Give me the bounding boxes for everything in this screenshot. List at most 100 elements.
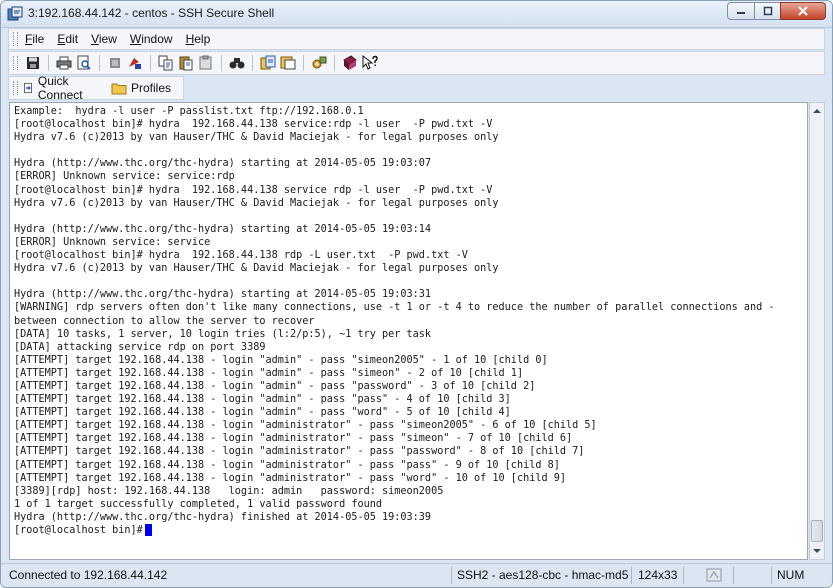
terminal-line: Hydra (http://www.thc.org/thc-hydra) sta…	[14, 158, 432, 170]
toolbar-separator	[221, 55, 222, 71]
settings-button[interactable]	[311, 55, 327, 71]
new-window-button[interactable]	[280, 55, 296, 71]
toolbar-separator	[334, 55, 335, 71]
ssh-client-window: 3:192.168.44.142 - centos - SSH Secure S…	[0, 0, 833, 588]
terminal-line: [ATTEMPT] target 192.168.44.138 - login …	[14, 394, 511, 406]
toolbar-separator	[99, 55, 100, 71]
terminal-line: [ATTEMPT] target 192.168.44.138 - login …	[14, 472, 567, 484]
scroll-down-button[interactable]	[810, 543, 824, 559]
arrow-down-icon	[813, 549, 821, 553]
terminal-line: Hydra v7.6 (c)2013 by van Hauser/THC & D…	[14, 197, 499, 209]
terminal-output: Example: hydra -l user -P passlist.txt f…	[14, 105, 805, 537]
menu-bar: File Edit View Window Help	[8, 28, 825, 50]
status-divider	[771, 567, 772, 584]
paste-alt-button[interactable]	[198, 55, 214, 71]
status-num-lock: NUM	[777, 568, 805, 582]
menu-bar-grip[interactable]	[13, 32, 18, 46]
arrow-up-icon	[813, 109, 821, 113]
terminal-line: Example: hydra -l user -P passlist.txt f…	[14, 106, 364, 117]
find-icon	[229, 58, 245, 69]
quick-connect-button[interactable]: Quick Connect	[23, 74, 99, 102]
status-divider	[451, 567, 452, 584]
ssh-app-icon	[7, 6, 23, 21]
menu-window[interactable]: Window	[130, 31, 173, 47]
file-transfer-icon	[260, 55, 276, 70]
minimize-icon	[737, 12, 745, 14]
print-button[interactable]	[56, 55, 72, 71]
new-window-icon	[280, 56, 296, 70]
minimize-button[interactable]	[727, 2, 754, 20]
terminal-line: 1 of 1 target successfully completed, 1 …	[14, 498, 383, 510]
terminal-cursor	[144, 524, 152, 536]
terminal-line: [ATTEMPT] target 192.168.44.138 - login …	[14, 367, 524, 379]
terminal-line: [ATTEMPT] target 192.168.44.138 - login …	[14, 380, 536, 392]
status-terminal-size: 124x33	[638, 568, 678, 582]
status-cipher: SSH2 - aes128-cbc - hmac-md5	[457, 568, 629, 582]
toolbar-separator	[303, 55, 304, 71]
quickbar-grip[interactable]	[13, 81, 18, 95]
scroll-up-button[interactable]	[810, 103, 824, 119]
terminal-area[interactable]: Example: hydra -l user -P passlist.txt f…	[9, 102, 808, 560]
main-toolbar	[8, 51, 825, 75]
menu-view[interactable]: View	[91, 31, 117, 47]
status-divider	[683, 567, 684, 584]
window-title: 3:192.168.44.142 - centos - SSH Secure S…	[28, 6, 275, 20]
title-bar[interactable]: 3:192.168.44.142 - centos - SSH Secure S…	[1, 1, 832, 28]
terminal-line: [ATTEMPT] target 192.168.44.138 - login …	[14, 459, 560, 471]
status-connection: Connected to 192.168.44.142	[9, 568, 168, 582]
status-divider	[631, 567, 632, 584]
save-button[interactable]	[25, 55, 41, 71]
terminal-line: [ERROR] Unknown service: service	[14, 236, 211, 248]
settings-icon	[312, 56, 327, 69]
menu-edit[interactable]: Edit	[57, 31, 78, 47]
connect-button[interactable]	[127, 55, 143, 71]
quick-connect-label: Quick Connect	[37, 74, 83, 102]
terminal-line: [DATA] attacking service rdp on port 338…	[14, 341, 266, 353]
disconnect-icon	[110, 58, 120, 68]
print-preview-icon	[77, 55, 91, 70]
disconnect-button[interactable]	[107, 55, 123, 71]
menu-help[interactable]: Help	[186, 31, 211, 47]
terminal-line: Hydra (http://www.thc.org/thc-hydra) fin…	[14, 511, 432, 523]
terminal-line: [ATTEMPT] target 192.168.44.138 - login …	[14, 420, 597, 432]
maximize-button[interactable]	[754, 2, 780, 20]
status-divider	[733, 567, 734, 584]
window-controls	[727, 2, 826, 22]
close-button[interactable]	[780, 2, 826, 20]
terminal-line: Hydra v7.6 (c)2013 by van Hauser/THC & D…	[14, 263, 499, 275]
paste-button[interactable]	[178, 55, 194, 71]
context-help-button[interactable]	[362, 55, 378, 71]
toolbar-grip[interactable]	[13, 56, 18, 70]
quick-connect-icon	[24, 82, 32, 94]
help-book-button[interactable]	[342, 55, 358, 71]
terminal-scrollbar[interactable]	[809, 102, 825, 560]
profiles-label: Profiles	[130, 81, 171, 95]
save-icon	[27, 57, 39, 69]
copy-button[interactable]	[158, 55, 174, 71]
scrollbar-thumb[interactable]	[811, 520, 823, 542]
folder-icon	[111, 83, 127, 94]
menu-file[interactable]: File	[25, 31, 44, 47]
terminal-line: [root@localhost bin]# hydra 192.168.44.1…	[14, 184, 493, 196]
file-transfer-button[interactable]	[260, 55, 276, 71]
find-button[interactable]	[229, 55, 245, 71]
terminal-line: [ATTEMPT] target 192.168.44.138 - login …	[14, 354, 548, 366]
status-bar: Connected to 192.168.44.142 SSH2 - aes12…	[1, 563, 832, 587]
toolbar-separator	[48, 55, 49, 71]
profiles-button[interactable]: Profiles	[111, 81, 171, 95]
terminal-line: [ERROR] Unknown service: service:rdp	[14, 171, 235, 183]
terminal-line: Hydra (http://www.thc.org/thc-hydra) sta…	[14, 223, 432, 235]
status-lock-icon	[706, 567, 722, 583]
terminal-line: [root@localhost bin]# hydra 192.168.44.1…	[14, 119, 493, 131]
print-preview-button[interactable]	[76, 55, 92, 71]
context-help-icon	[362, 55, 378, 70]
quick-connect-bar: Quick Connect Profiles	[8, 74, 184, 102]
paste-alt-icon	[199, 55, 212, 70]
terminal-prompt-line: [root@localhost bin]#	[14, 524, 805, 537]
paste-icon	[179, 56, 193, 71]
terminal-line: Hydra v7.6 (c)2013 by van Hauser/THC & D…	[14, 132, 499, 144]
connect-icon	[129, 58, 141, 69]
terminal-line: [WARNING] rdp servers often don't like m…	[14, 302, 775, 314]
